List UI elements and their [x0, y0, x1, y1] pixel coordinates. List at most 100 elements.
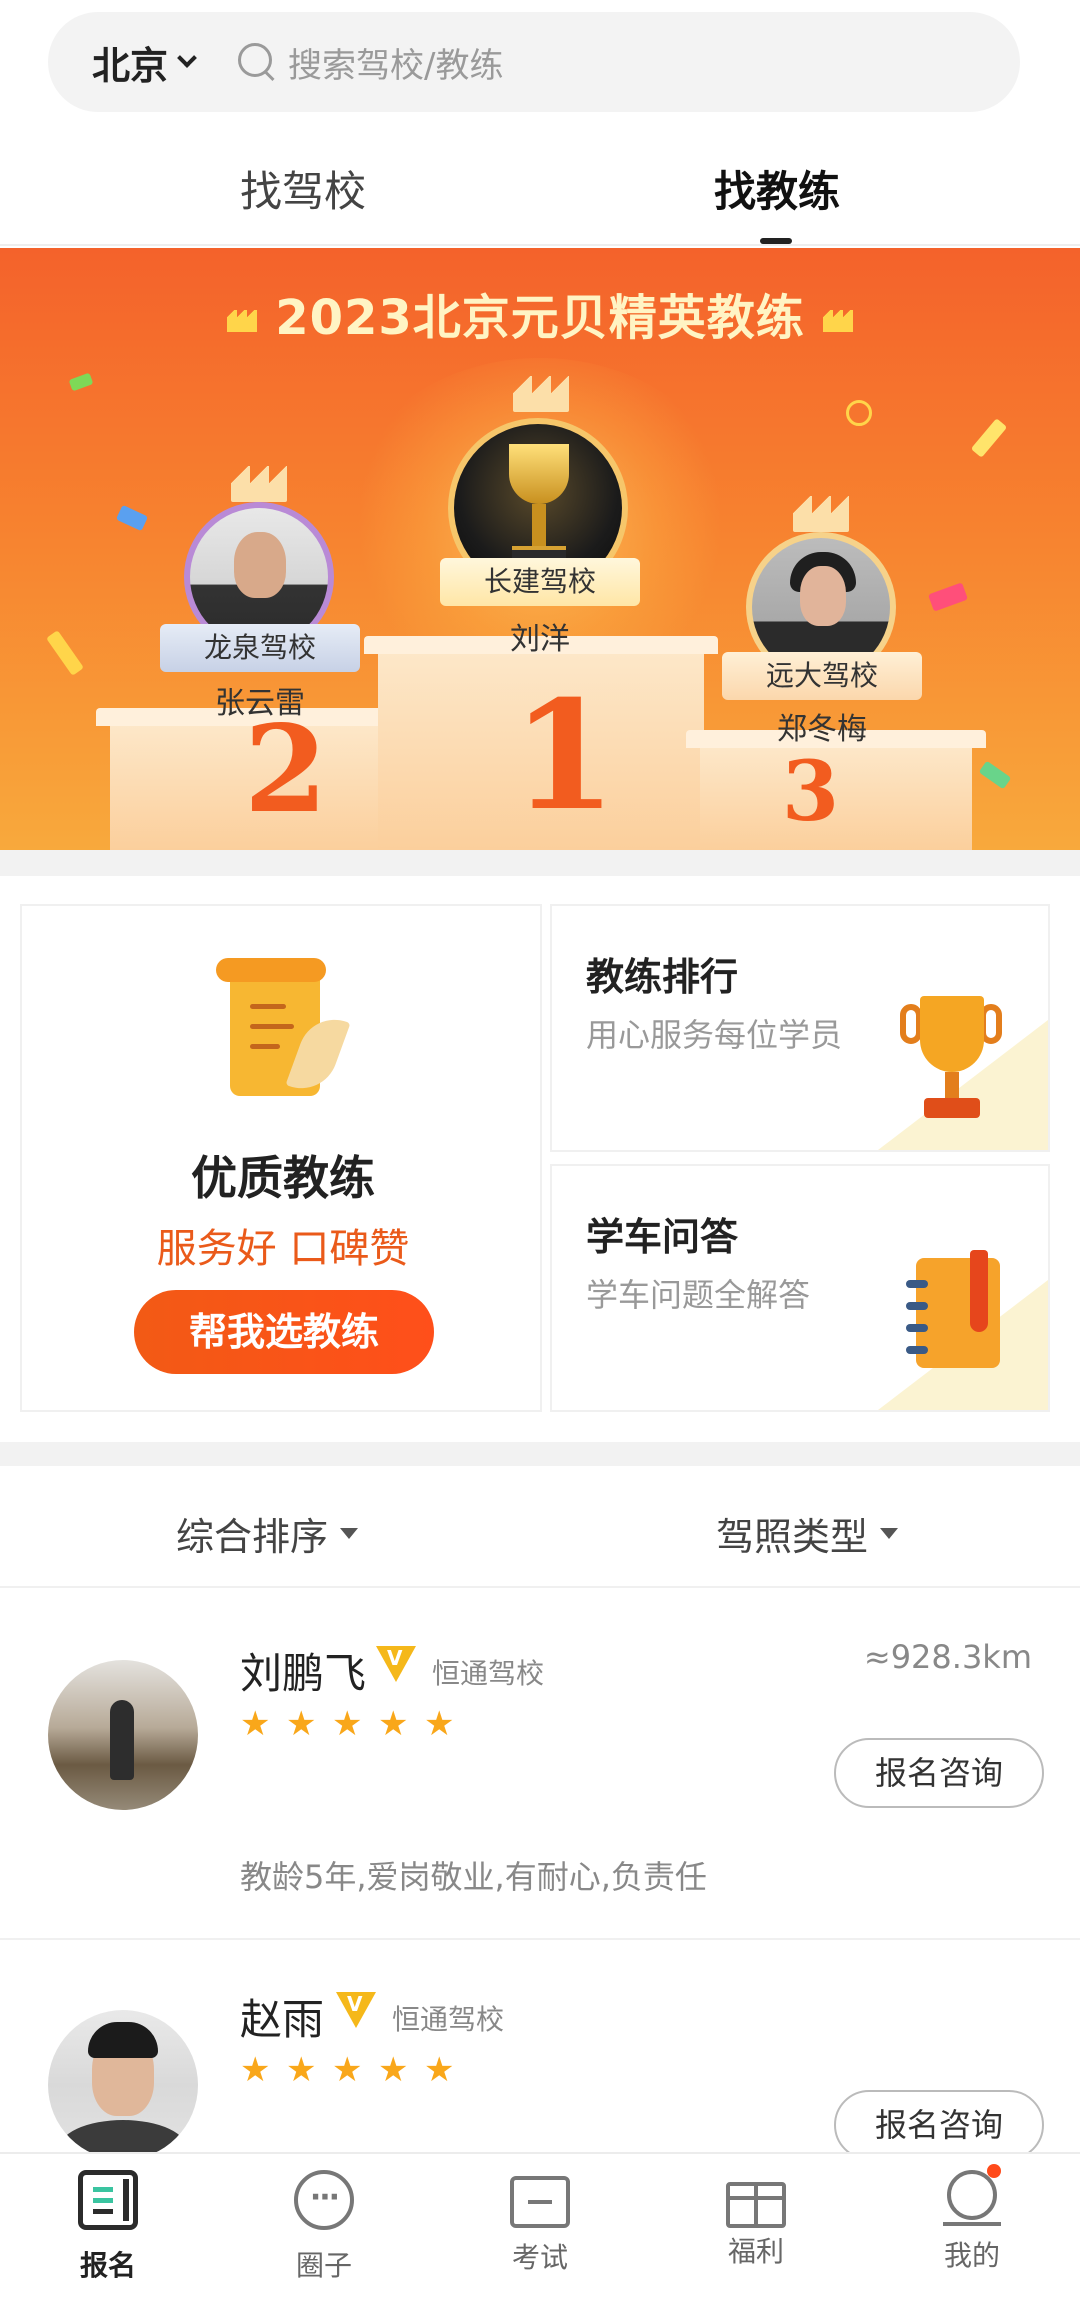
crown-icon	[227, 310, 258, 332]
sort-filter-label: 综合排序	[176, 1515, 329, 1559]
consult-button[interactable]: 报名咨询	[834, 1738, 1044, 1808]
coach-name-rank-2: 张云雷	[215, 686, 305, 721]
tabbar-label: 我的	[943, 2239, 1000, 2272]
bottom-tab-bar: 报名 圈子 考试 福利 我的	[0, 2152, 1080, 2302]
filter-bar: 综合排序 驾照类型	[0, 1466, 1080, 1588]
section-divider	[0, 850, 1080, 876]
tabbar-label: 考试	[511, 2241, 568, 2274]
confetti	[46, 630, 84, 676]
notification-dot	[987, 2164, 1001, 2178]
star-icon: ★	[240, 2050, 271, 2090]
rank-number-3: 3	[782, 744, 840, 840]
scroll-document-icon	[216, 958, 351, 1108]
register-icon	[78, 2170, 138, 2230]
quality-coach-subtitle: 服务好 口碑赞	[156, 1226, 410, 1272]
crown-icon	[793, 496, 849, 532]
quality-coach-title: 优质教练	[191, 1151, 375, 1205]
star-rating: ★ ★ ★ ★ ★	[240, 1704, 456, 1744]
coach-name: 刘鹏飞	[240, 1649, 367, 1698]
top-tabs: 找驾校 找教练	[0, 140, 1080, 240]
search-bar: 北京 搜索驾校/教练	[48, 12, 1020, 112]
verified-badge-icon	[376, 1646, 416, 1682]
confetti	[68, 372, 94, 392]
license-type-filter[interactable]: 驾照类型	[716, 1506, 899, 1561]
city-selector[interactable]: 北京	[92, 35, 197, 90]
confetti-ring	[846, 400, 872, 426]
star-icon: ★	[424, 1704, 455, 1744]
star-icon: ★	[332, 1704, 363, 1744]
avatar	[48, 1660, 198, 1810]
city-label: 北京	[92, 43, 169, 88]
exam-briefcase-icon	[510, 2176, 570, 2228]
tabbar-item-welfare[interactable]: 福利	[696, 2170, 816, 2270]
profile-icon	[943, 2164, 1001, 2226]
trophy-icon	[900, 996, 1002, 1136]
coach-list-item[interactable]: 刘鹏飞 恒通驾校 ≈928.3km ★ ★ ★ ★ ★ 报名咨询 教龄5年,爱岗…	[0, 1590, 1080, 1940]
driving-qa-card[interactable]: 学车问答 学车问题全解答	[550, 1164, 1050, 1412]
active-tab-indicator	[760, 238, 792, 244]
confetti	[978, 760, 1012, 790]
star-icon: ★	[378, 2050, 409, 2090]
school-tag-rank-3: 远大驾校	[722, 652, 922, 700]
star-icon: ★	[286, 1704, 317, 1744]
help-pick-coach-button[interactable]: 帮我选教练	[134, 1290, 434, 1374]
tabbar-item-register[interactable]: 报名	[48, 2170, 168, 2284]
header: 北京 搜索驾校/教练 找驾校 找教练	[0, 0, 1080, 246]
coach-ranking-title: 教练排行	[586, 955, 739, 999]
star-icon: ★	[240, 1704, 271, 1744]
coach-school: 恒通驾校	[392, 2003, 505, 2036]
crown-icon	[822, 310, 853, 332]
tab-find-school[interactable]: 找驾校	[240, 158, 366, 219]
coach-ranking-subtitle: 用心服务每位学员	[586, 1016, 843, 1054]
tabbar-item-circle[interactable]: 圈子	[264, 2170, 384, 2284]
confetti	[115, 504, 149, 532]
coach-name-rank-3: 郑冬梅	[777, 712, 867, 747]
star-icon: ★	[332, 2050, 363, 2090]
verified-badge-icon	[336, 1992, 376, 2028]
consult-button[interactable]: 报名咨询	[834, 2090, 1044, 2160]
coach-name: 赵雨	[240, 1995, 325, 2044]
app-screen: 北京 搜索驾校/教练 找驾校 找教练 2023北京元贝精英教练 1 2 3 长建…	[0, 0, 1080, 2302]
sort-filter[interactable]: 综合排序	[176, 1506, 359, 1561]
distance: ≈928.3km	[863, 1638, 1032, 1676]
quality-coach-card[interactable]: 优质教练 服务好 口碑赞 帮我选教练	[20, 904, 542, 1412]
section-divider	[0, 1442, 1080, 1466]
notebook-icon	[900, 1250, 1004, 1376]
school-tag-rank-1: 长建驾校	[440, 558, 640, 606]
tab-find-coach[interactable]: 找教练	[714, 158, 840, 219]
coach-ranking-card[interactable]: 教练排行 用心服务每位学员	[550, 904, 1050, 1152]
caret-down-icon	[340, 1528, 359, 1539]
crown-icon	[513, 376, 569, 412]
driving-qa-title: 学车问答	[586, 1215, 739, 1259]
school-tag-rank-2: 龙泉驾校	[160, 624, 360, 672]
elite-coach-banner[interactable]: 2023北京元贝精英教练 1 2 3 长建驾校 龙泉驾校 远大驾校 刘洋 张云雷…	[0, 248, 1080, 850]
tabbar-item-mine[interactable]: 我的	[912, 2164, 1032, 2274]
license-type-label: 驾照类型	[716, 1515, 869, 1559]
star-rating: ★ ★ ★ ★ ★	[240, 2050, 456, 2090]
rank-number-1: 1	[512, 668, 617, 844]
coach-description: 教龄5年,爱岗敬业,有耐心,负责任	[240, 1858, 707, 1896]
coach-school: 恒通驾校	[432, 1657, 545, 1690]
gift-icon	[726, 2182, 786, 2228]
search-input[interactable]: 搜索驾校/教练	[288, 38, 503, 87]
star-icon: ★	[378, 1704, 409, 1744]
avatar	[48, 2010, 198, 2160]
tabbar-item-exam[interactable]: 考试	[480, 2170, 600, 2276]
tabbar-label: 福利	[727, 2235, 784, 2268]
search-icon	[238, 43, 276, 81]
tabbar-label: 报名	[79, 2249, 136, 2282]
chat-bubble-icon	[294, 2170, 354, 2230]
star-icon: ★	[286, 2050, 317, 2090]
confetti	[928, 582, 968, 612]
caret-down-icon	[880, 1528, 899, 1539]
crown-icon	[231, 466, 287, 502]
banner-title: 2023北京元贝精英教练	[0, 278, 1080, 348]
chevron-down-icon	[177, 48, 197, 68]
trophy-icon	[509, 444, 569, 504]
tabbar-label: 圈子	[295, 2249, 352, 2282]
confetti	[970, 418, 1008, 458]
coach-name-rank-1: 刘洋	[510, 622, 570, 657]
star-icon: ★	[424, 2050, 455, 2090]
coach-list-item[interactable]: 赵雨 恒通驾校 ★ ★ ★ ★ ★ 报名咨询	[0, 1942, 1080, 2160]
driving-qa-subtitle: 学车问题全解答	[586, 1276, 811, 1314]
